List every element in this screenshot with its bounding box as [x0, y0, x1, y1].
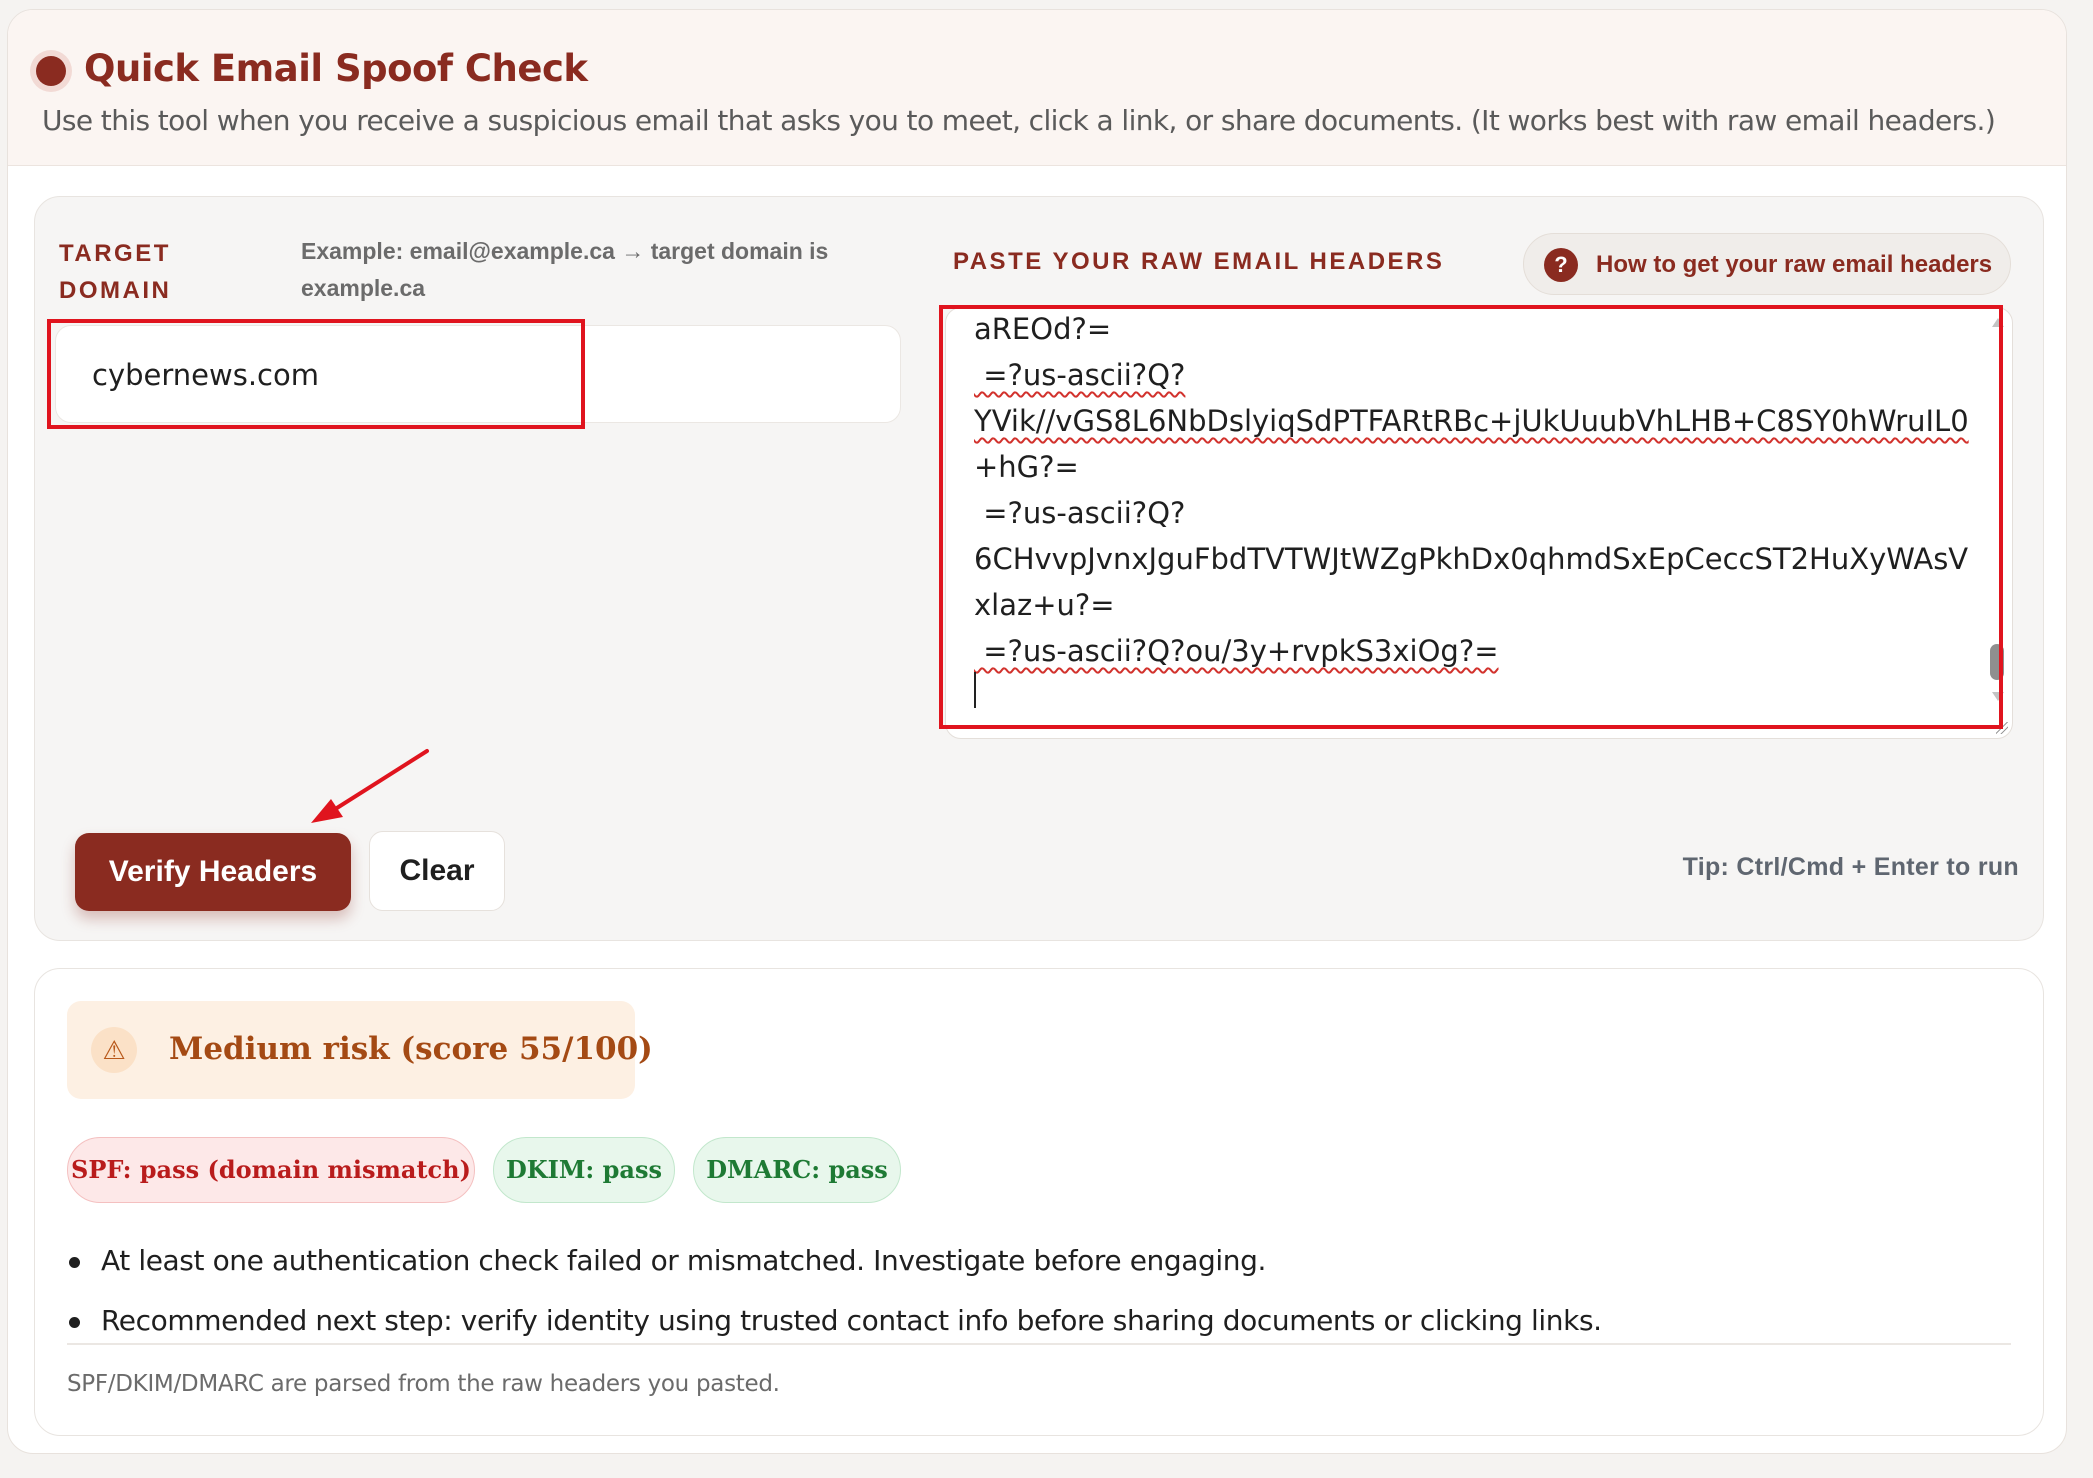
spf-status-badge: SPF: pass (domain mismatch) [67, 1137, 475, 1203]
highlight-box-domain [47, 319, 585, 429]
page: Quick Email Spoof Check Use this tool wh… [0, 0, 2093, 1478]
dkim-status-badge: DKIM: pass [493, 1137, 675, 1203]
help-question-icon: ? [1544, 248, 1578, 282]
results-panel: ⚠ Medium risk (score 55/100) SPF: pass (… [34, 968, 2044, 1436]
dmarc-status-badge: DMARC: pass [693, 1137, 901, 1203]
keyboard-tip: Tip: Ctrl/Cmd + Enter to run [1682, 853, 2019, 881]
finding-item: Recommended next step: verify identity u… [69, 1291, 1602, 1351]
card-header: Quick Email Spoof Check Use this tool wh… [8, 10, 2066, 166]
target-domain-hint: Example: email@example.ca → target domai… [301, 238, 829, 301]
how-to-get-headers-button[interactable]: ? How to get your raw email headers [1523, 233, 2011, 295]
headers-label: Paste your raw email headers [953, 248, 1445, 275]
form-panel: Target Domain Example: email@example.ca … [34, 196, 2044, 941]
risk-summary: Medium risk (score 55/100) [169, 1031, 653, 1067]
verify-headers-button[interactable]: Verify Headers [75, 833, 351, 911]
parse-footnote: SPF/DKIM/DMARC are parsed from the raw h… [67, 1371, 780, 1397]
page-subtitle: Use this tool when you receive a suspici… [42, 104, 1996, 137]
annotation-arrow-icon [311, 749, 429, 823]
spoof-check-card: Quick Email Spoof Check Use this tool wh… [7, 9, 2067, 1454]
page-title: Quick Email Spoof Check [84, 47, 588, 90]
finding-item: At least one authentication check failed… [69, 1231, 1602, 1291]
divider [67, 1343, 2011, 1345]
warning-triangle-icon: ⚠ [91, 1027, 137, 1073]
target-domain-label: Target Domain [59, 240, 172, 304]
findings-list: At least one authentication check failed… [69, 1231, 1602, 1351]
title-dot-icon [36, 56, 66, 86]
highlight-box-headers [939, 305, 2003, 729]
clear-button[interactable]: Clear [369, 831, 505, 911]
risk-badge: ⚠ Medium risk (score 55/100) [67, 1001, 653, 1099]
how-to-get-headers-label: How to get your raw email headers [1596, 251, 1993, 278]
